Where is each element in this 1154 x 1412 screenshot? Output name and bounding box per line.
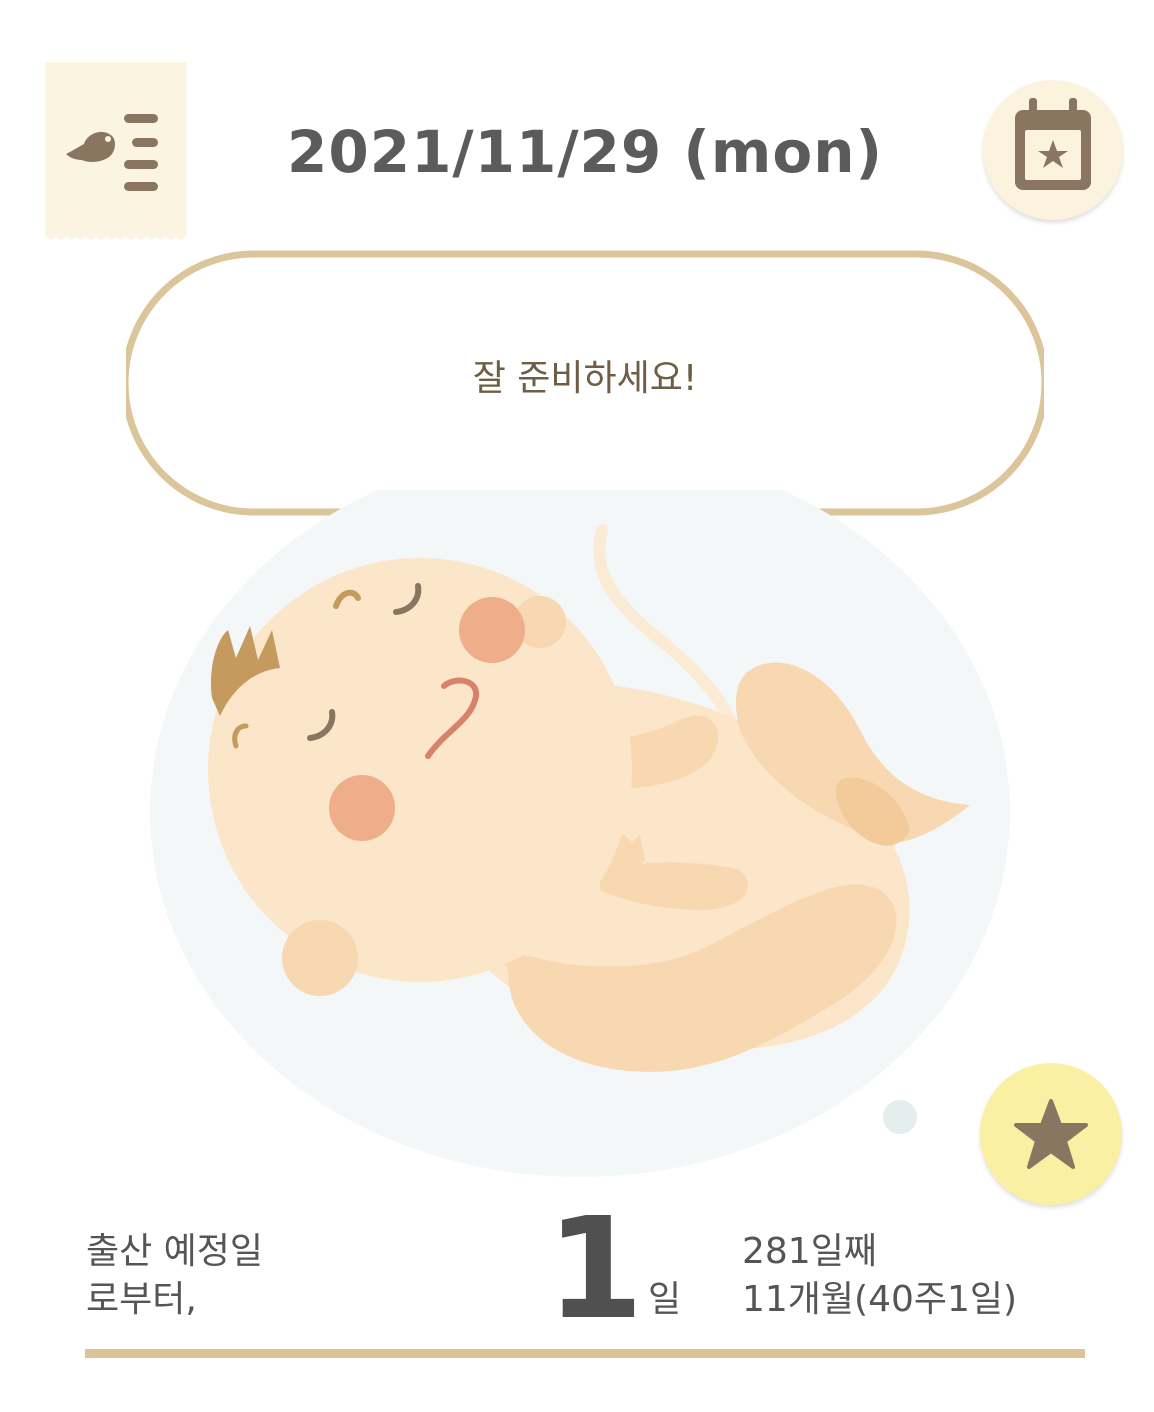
divider xyxy=(85,1349,1085,1358)
due-date-label-line1: 출산 예정일 xyxy=(86,1231,264,1272)
menu-icon xyxy=(66,114,158,191)
due-date-label-line2: 로부터, xyxy=(86,1279,197,1320)
ticket-edge xyxy=(46,234,186,240)
calendar-button[interactable] xyxy=(983,80,1123,220)
menu-button[interactable] xyxy=(46,62,186,240)
star-icon xyxy=(1014,1099,1088,1169)
favorite-button[interactable] xyxy=(980,1063,1122,1205)
day-count: 281일째 xyxy=(742,1231,877,1272)
due-date-label: 출산 예정일 로부터, xyxy=(86,1228,386,1324)
day-counter: 1 xyxy=(546,1188,644,1351)
pregnancy-stats: 281일째 11개월(40주1일) xyxy=(742,1228,1132,1324)
calendar-star-icon xyxy=(1015,98,1091,190)
bubble-message: 잘 준비하세요! xyxy=(472,358,698,399)
pregnancy-duration: 11개월(40주1일) xyxy=(742,1279,1018,1320)
baby-illustration xyxy=(150,490,1010,1177)
page-title: 2021/11/29 (mon) xyxy=(287,118,883,186)
day-unit: 일 xyxy=(648,1279,682,1320)
